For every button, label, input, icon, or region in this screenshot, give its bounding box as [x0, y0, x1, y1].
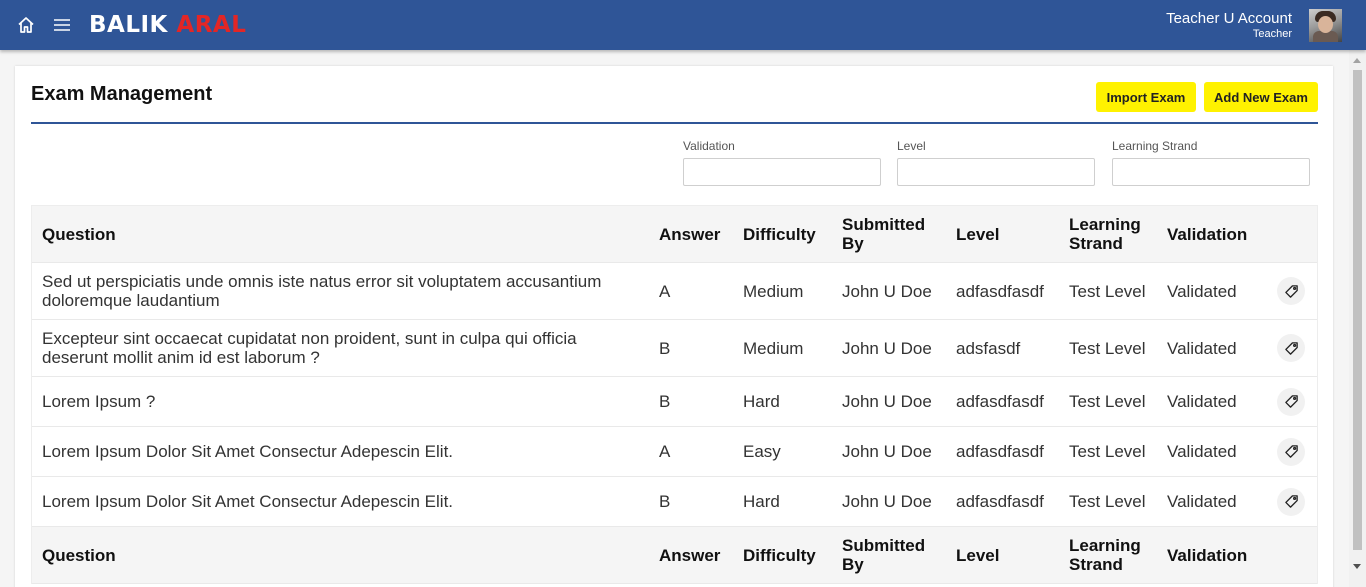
brand-word-balik: BALIK: [89, 12, 168, 38]
submitted-by-cell: John U Doe: [842, 392, 932, 411]
scroll-up-arrow-icon[interactable]: [1353, 58, 1361, 63]
table-row[interactable]: Lorem Ipsum Dolor Sit Amet Consectur Ade…: [32, 477, 1317, 527]
column-header-submitted-by[interactable]: Submitted By: [842, 206, 950, 262]
question-cell: Lorem Ipsum Dolor Sit Amet Consectur Ade…: [42, 492, 454, 511]
difficulty-cell: Medium: [743, 281, 804, 301]
validation-cell: Validated: [1167, 442, 1237, 461]
action-cell: [1276, 377, 1306, 426]
footer-header-validation[interactable]: Validation: [1167, 527, 1267, 583]
learning-strand-cell: Test Level: [1069, 392, 1146, 411]
footer-header-level[interactable]: Level: [956, 527, 1064, 583]
difficulty-cell: Hard: [743, 492, 780, 511]
table-footer-row: Question Answer Difficulty Submitted By …: [32, 527, 1317, 584]
footer-header-submitted-by[interactable]: Submitted By: [842, 527, 950, 583]
action-cell: [1276, 477, 1306, 526]
top-navbar: BALIK ARAL Teacher U Account Teacher: [0, 0, 1366, 50]
difficulty-cell: Medium: [743, 338, 804, 358]
column-header-question[interactable]: Question: [42, 206, 632, 262]
submitted-by-cell: John U Doe: [842, 338, 932, 358]
tag-icon[interactable]: [1277, 334, 1305, 362]
learning-strand-filter: Learning Strand: [1112, 139, 1310, 186]
brand-logo[interactable]: BALIK ARAL: [89, 11, 246, 39]
level-cell: adfasdfasdf: [956, 492, 1044, 511]
action-cell: [1276, 427, 1306, 476]
page-title: Exam Management: [31, 83, 213, 105]
question-cell: Lorem Ipsum Dolor Sit Amet Consectur Ade…: [42, 442, 454, 461]
submitted-by-cell: John U Doe: [842, 281, 932, 301]
exam-management-card: Exam Management Import Exam Add New Exam…: [15, 66, 1333, 587]
learning-strand-filter-input[interactable]: [1112, 158, 1310, 186]
scroll-down-arrow-icon[interactable]: [1353, 564, 1361, 569]
title-divider: [31, 122, 1318, 124]
footer-header-learning-strand[interactable]: Learning Strand: [1069, 527, 1161, 583]
action-cell: [1276, 263, 1306, 319]
column-header-learning-strand[interactable]: Learning Strand: [1069, 206, 1161, 262]
table-row[interactable]: Sed ut perspiciatis unde omnis iste natu…: [32, 263, 1317, 320]
table-row[interactable]: Excepteur sint occaecat cupidatat non pr…: [32, 320, 1317, 377]
add-new-exam-button[interactable]: Add New Exam: [1204, 82, 1318, 112]
level-filter-input[interactable]: [897, 158, 1095, 186]
exam-table: Question Answer Difficulty Submitted By …: [31, 205, 1318, 584]
action-cell: [1276, 320, 1306, 376]
level-filter: Level: [897, 139, 1095, 186]
column-header-level[interactable]: Level: [956, 206, 1064, 262]
brand-word-aral: ARAL: [176, 12, 247, 38]
learning-strand-cell: Test Level: [1069, 492, 1146, 511]
level-filter-label: Level: [897, 139, 926, 153]
import-exam-button[interactable]: Import Exam: [1096, 82, 1196, 112]
validation-cell: Validated: [1167, 392, 1237, 411]
tag-icon[interactable]: [1277, 277, 1305, 305]
learning-strand-cell: Test Level: [1069, 281, 1146, 301]
footer-header-question[interactable]: Question: [42, 527, 632, 583]
submitted-by-cell: John U Doe: [842, 492, 932, 511]
answer-cell: B: [659, 492, 671, 511]
validation-filter: Validation: [683, 139, 881, 186]
validation-cell: Validated: [1167, 281, 1237, 301]
page-scrollbar[interactable]: [1349, 50, 1366, 587]
validation-filter-label: Validation: [683, 139, 735, 153]
learning-strand-filter-label: Learning Strand: [1112, 139, 1198, 153]
tag-icon[interactable]: [1277, 387, 1305, 416]
submitted-by-cell: John U Doe: [842, 442, 932, 461]
account-info[interactable]: Teacher U Account Teacher: [1166, 10, 1292, 41]
validation-cell: Validated: [1167, 338, 1237, 358]
table-row[interactable]: Lorem Ipsum Dolor Sit Amet Consectur Ade…: [32, 427, 1317, 477]
table-row[interactable]: Lorem Ipsum ? B Hard John U Doe adfasdfa…: [32, 377, 1317, 427]
question-cell: Excepteur sint occaecat cupidatat non pr…: [42, 329, 577, 367]
tag-icon[interactable]: [1277, 487, 1305, 516]
answer-cell: B: [659, 338, 671, 358]
column-header-validation[interactable]: Validation: [1167, 206, 1267, 262]
question-cell: Lorem Ipsum ?: [42, 392, 156, 411]
learning-strand-cell: Test Level: [1069, 442, 1146, 461]
footer-header-answer[interactable]: Answer: [659, 527, 729, 583]
avatar-face: [1318, 16, 1333, 33]
validation-filter-input[interactable]: [683, 158, 881, 186]
account-name: Teacher U Account: [1166, 10, 1292, 27]
scrollbar-thumb[interactable]: [1353, 70, 1362, 550]
table-header-row: Question Answer Difficulty Submitted By …: [32, 206, 1317, 263]
question-cell: Sed ut perspiciatis unde omnis iste natu…: [42, 272, 602, 310]
answer-cell: B: [659, 392, 671, 411]
tag-icon[interactable]: [1277, 437, 1305, 466]
difficulty-cell: Hard: [743, 392, 780, 411]
account-role: Teacher: [1252, 28, 1292, 40]
difficulty-cell: Easy: [743, 442, 781, 461]
column-header-difficulty[interactable]: Difficulty: [743, 206, 833, 262]
level-cell: adsfasdf: [956, 338, 1021, 358]
learning-strand-cell: Test Level: [1069, 338, 1146, 358]
home-icon[interactable]: [14, 13, 38, 37]
column-header-answer[interactable]: Answer: [659, 206, 729, 262]
level-cell: adfasdfasdf: [956, 281, 1044, 301]
answer-cell: A: [659, 442, 671, 461]
validation-cell: Validated: [1167, 492, 1237, 511]
avatar[interactable]: [1309, 9, 1342, 42]
footer-header-difficulty[interactable]: Difficulty: [743, 527, 833, 583]
level-cell: adfasdfasdf: [956, 442, 1044, 461]
level-cell: adfasdfasdf: [956, 392, 1044, 411]
hamburger-menu-icon[interactable]: [50, 13, 74, 37]
answer-cell: A: [659, 281, 671, 301]
